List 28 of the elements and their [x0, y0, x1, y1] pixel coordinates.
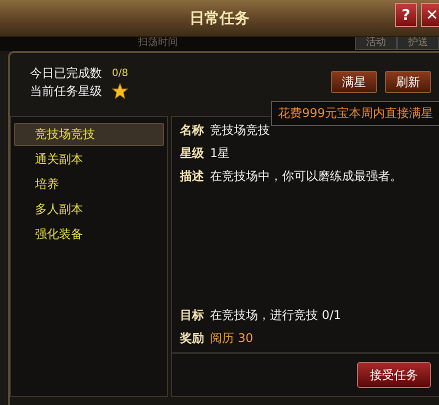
action-button[interactable]: 满星 — [331, 71, 377, 93]
detail-value: 竞技场竞技 — [210, 122, 270, 139]
detail-label: 名称 — [180, 122, 204, 139]
completed-label: 今日已完成数 — [30, 64, 102, 82]
task-item[interactable]: 竞技场竞技 — [14, 123, 164, 146]
task-item[interactable]: 培养 — [14, 173, 164, 196]
background-tab[interactable]: 活动 — [355, 37, 397, 50]
close-button[interactable]: ✕ — [421, 3, 439, 27]
reward-label: 奖励 — [180, 330, 204, 347]
star-level-label: 当前任务星级 — [30, 82, 102, 100]
accept-button[interactable]: 接受任务 — [357, 362, 431, 388]
detail-label: 星级 — [180, 145, 204, 162]
reward-value: 阅历 30 — [210, 330, 254, 347]
goal-value: 在竞技场，进行竞技 0/1 — [210, 307, 342, 324]
help-button[interactable]: ? — [395, 3, 417, 27]
completed-count: 0/8 — [112, 68, 128, 78]
star-icon — [112, 83, 128, 99]
window-title: 日常任务 — [190, 8, 250, 28]
detail-value: 在竞技场中，你可以磨练成最强者。 — [210, 168, 402, 185]
action-button[interactable]: 刷新 — [385, 71, 431, 93]
tooltip: 花费999元宝本周内直接满星 — [271, 101, 439, 126]
task-item[interactable]: 通关副本 — [14, 148, 164, 171]
detail-label: 描述 — [180, 168, 204, 185]
detail-value: 1星 — [210, 145, 230, 162]
background-label: 扫荡时间 — [138, 37, 178, 49]
task-item[interactable]: 强化装备 — [14, 223, 164, 246]
task-item[interactable]: 多人副本 — [14, 198, 164, 221]
goal-label: 目标 — [180, 307, 204, 324]
